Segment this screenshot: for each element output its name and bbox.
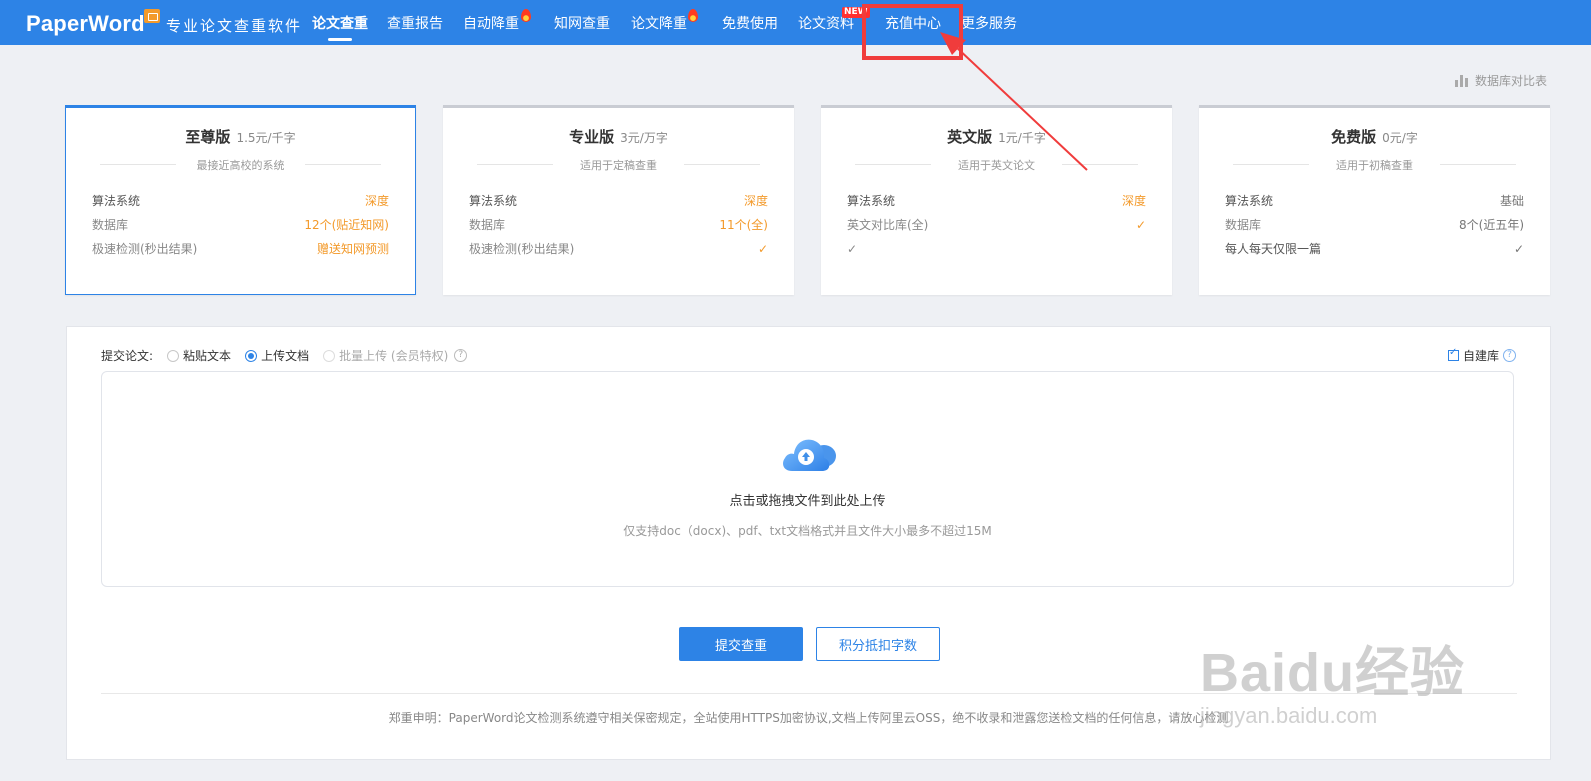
plan-row-value: 12个(贴近知网) [304,218,389,232]
plan-name: 至尊版 [185,128,231,146]
logo-badge-icon [144,9,160,23]
plan-row-label: 英文对比库(全) [847,218,929,232]
plan-row-value: 基础 [1499,194,1524,208]
plan-row-value: 深度 [1121,194,1146,208]
plan-subtitle: 适用于定稿查重 [443,157,794,173]
plan-row-label: 极速检测(秒出结果) [92,242,198,256]
plan-row-value: 11个(全) [719,218,768,232]
check-icon: ✓ [1135,218,1146,232]
brand-logo[interactable]: PaperWord [26,11,145,37]
plan-row-label: 算法系统 [847,194,896,208]
plan-row-value: 深度 [743,194,768,208]
radio-label: 粘贴文本 [183,349,232,363]
brand-slogan: 专业论文查重软件 [166,17,303,35]
plan-row-label: 极速检测(秒出结果) [469,242,575,256]
cloud-upload-icon [783,439,836,471]
plan-price: 3元/万字 [620,131,668,145]
dropzone-hint: 仅支持doc（docx)、pdf、txt文档格式并且文件大小最多不超过15M [623,524,992,538]
plan-name: 免费版 [1331,128,1377,146]
plan-row-label: 数据库 [469,218,506,232]
nav-item-free-use[interactable]: 免费使用 [722,13,778,33]
submit-check-button[interactable]: 提交查重 [679,627,803,661]
nav-item-paper-check[interactable]: 论文查重 [312,13,368,33]
db-compare-link[interactable]: 数据库对比表 [1454,72,1547,89]
nav-active-indicator [328,38,352,41]
watermark-url: jingyan.baidu.com [1200,703,1378,728]
annotation-highlight-box [862,4,963,60]
radio-circle[interactable] [323,349,336,362]
hot-flame-icon [521,9,531,22]
radio-batch-upload[interactable]: 批量上传 (会员特权) [323,347,448,364]
dropzone-title: 点击或拖拽文件到此处上传 [729,494,886,509]
baidu-watermark: Baidu经验 jingyan.baidu.com [1200,600,1500,750]
help-icon[interactable]: ? [454,349,468,362]
radio-label: 上传文档 [261,349,310,363]
check-icon: ✓ [757,242,768,256]
plan-row-label: 算法系统 [469,194,518,208]
radio-circle[interactable] [245,349,258,362]
plan-price: 1元/千字 [998,131,1046,145]
radio-upload-doc[interactable]: 上传文档 [245,347,309,364]
plan-card-free[interactable]: 免费版 0元/字 适用于初稿查重 算法系统 基础 数据库 8个(近五年) 每人每天仅限… [1199,105,1550,295]
radio-paste-text[interactable]: 粘贴文本 [167,347,231,364]
check-icon: ✓ [847,242,858,256]
plan-card-supreme[interactable]: 至尊版 1.5元/千字 最接近高校的系统 算法系统 深度 数据库 12个(贴近知网) … [65,105,416,295]
plan-price: 0元/字 [1382,131,1418,145]
bar-chart-icon [1454,74,1469,87]
nav-item-auto-reduce[interactable]: 自动降重 [463,13,519,33]
plan-row-label: 算法系统 [92,194,141,208]
hot-flame-icon [688,9,698,22]
plan-row-label: 数据库 [1225,218,1262,232]
radio-circle[interactable] [167,349,180,362]
plan-row-value: 深度 [364,194,389,208]
nav-item-cnki-check[interactable]: 知网查重 [554,13,610,33]
check-icon: ✓ [1513,242,1524,256]
plan-price: 1.5元/千字 [236,131,296,145]
plan-row-label: 算法系统 [1225,194,1274,208]
points-deduct-button[interactable]: 积分抵扣字数 [816,627,940,661]
plan-subtitle: 最接近高校的系统 [66,157,415,173]
plan-card-english[interactable]: 英文版 1元/千字 适用于英文论文 算法系统 深度 英文对比库(全) ✓ ✓ [821,105,1172,295]
nav-item-paper-reduce[interactable]: 论文降重 [631,13,687,33]
nav-item-more-services[interactable]: 更多服务 [961,13,1017,33]
radio-label: 批量上传 (会员特权) [339,349,449,363]
top-nav-bar: PaperWord 专业论文查重软件 论文查重 查重报告 自动降重 知网查重 论… [0,0,1591,45]
db-compare-label: 数据库对比表 [1474,74,1547,88]
file-dropzone[interactable]: 点击或拖拽文件到此处上传 仅支持doc（docx)、pdf、txt文档格式并且文… [101,371,1514,587]
plan-row-value: 8个(近五年) [1459,218,1524,232]
plan-row-label: 每人每天仅限一篇 [1225,242,1322,256]
plan-card-professional[interactable]: 专业版 3元/万字 适用于定稿查重 算法系统 深度 数据库 11个(全) 极速检测(秒… [443,105,794,295]
self-build-label: 自建库 [1462,349,1499,363]
submit-label: 提交论文: [101,349,154,363]
submit-mode-row: 提交论文: 粘贴文本 上传文档 批量上传 (会员特权) ? [101,347,468,364]
plan-name: 专业版 [569,128,615,146]
watermark-main: Baidu经验 [1200,643,1466,703]
self-build-library-toggle[interactable]: 自建库 ? [1447,347,1516,364]
checkbox-checked-icon[interactable] [1447,347,1459,361]
nav-item-check-report[interactable]: 查重报告 [387,13,443,33]
help-icon[interactable]: ? [1503,349,1516,362]
plan-row-value: 赠送知网预测 [316,242,389,256]
plan-subtitle: 适用于英文论文 [821,157,1172,173]
plan-name: 英文版 [947,128,993,146]
plan-row-label: 数据库 [92,218,129,232]
plan-subtitle: 适用于初稿查重 [1199,157,1550,173]
